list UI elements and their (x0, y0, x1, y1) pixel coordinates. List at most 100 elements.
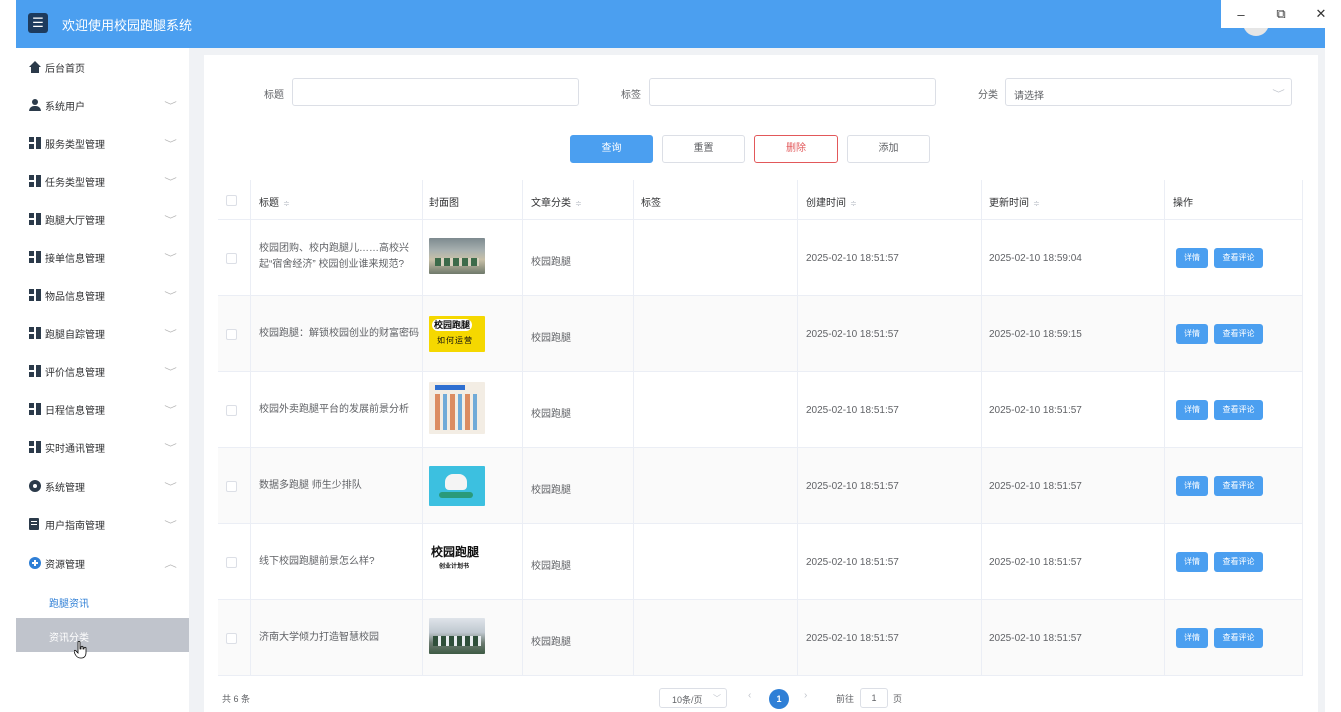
row-updated: 2025-02-10 18:59:15 (989, 329, 1082, 340)
sidebar-item-resources[interactable]: 资源管理 ︿ (16, 544, 189, 582)
tag-input[interactable] (649, 78, 936, 106)
restore-icon[interactable]: ⧉ (1266, 6, 1296, 22)
add-button[interactable]: 添加 (847, 135, 930, 163)
sidebar-item-task-type[interactable]: 任务类型管理 ﹀ (16, 162, 189, 200)
detail-button[interactable]: 详情 (1176, 248, 1208, 268)
column-header-tags: 标签 (641, 198, 661, 209)
column-header-title[interactable]: 标题 ≑ (259, 194, 290, 209)
window-controls: – ⧉ ✕ (1221, 0, 1341, 28)
row-category: 校园跑腿 (531, 333, 571, 344)
sidebar-item-review-info[interactable]: 评价信息管理 ﹀ (16, 352, 189, 390)
tag-label: 标签 (621, 90, 641, 101)
sidebar-item-label: 接单信息管理 (45, 253, 105, 265)
sort-icon[interactable]: ≑ (850, 199, 857, 208)
chevron-down-icon: ﹀ (164, 404, 177, 415)
sidebar-item-goods-info[interactable]: 物品信息管理 ﹀ (16, 276, 189, 314)
title-input[interactable] (292, 78, 579, 106)
row-checkbox[interactable] (226, 633, 237, 644)
sidebar-item-home[interactable]: 后台首页 (16, 48, 189, 86)
page-number-current[interactable]: 1 (769, 689, 789, 709)
sidebar-item-errand-hall[interactable]: 跑腿大厅管理 ﹀ (16, 200, 189, 238)
column-header-actions: 操作 (1173, 198, 1193, 209)
sort-icon[interactable]: ≑ (575, 199, 582, 208)
chevron-down-icon: ﹀ (164, 366, 177, 377)
chevron-down-icon: ﹀ (164, 328, 177, 339)
sidebar-item-order-info[interactable]: 接单信息管理 ﹀ (16, 238, 189, 276)
sidebar-item-errand-tracking[interactable]: 跑腿自踪管理 ﹀ (16, 314, 189, 352)
row-title: 数据多跑腿 师生少排队 (259, 480, 362, 491)
prev-page-button[interactable]: ‹ (748, 690, 751, 701)
page-size-select[interactable]: 10条/页 ﹀ (659, 688, 727, 708)
sidebar-item-system-admin[interactable]: 系统管理 ﹀ (16, 467, 189, 505)
row-checkbox[interactable] (226, 481, 237, 492)
cover-thumbnail (429, 466, 485, 506)
sidebar-item-label: 跑腿资讯 (49, 599, 89, 610)
title-label: 标题 (264, 90, 284, 101)
table-row: 线下校园跑腿前景怎么样? 校园跑腿 2025-02-10 18:51:57 20… (218, 524, 1303, 600)
query-button[interactable]: 查询 (570, 135, 653, 163)
row-category: 校园跑腿 (531, 257, 571, 268)
select-all-checkbox[interactable] (226, 195, 237, 206)
chevron-down-icon: ﹀ (164, 214, 177, 225)
column-header-label: 文章分类 (531, 198, 571, 209)
row-checkbox[interactable] (226, 557, 237, 568)
grid-icon (29, 175, 41, 187)
sidebar-subitem-news-category[interactable]: 资讯分类 (16, 618, 189, 652)
top-header: ☰ 欢迎使用校园跑腿系统 (16, 0, 1325, 48)
column-header-updated[interactable]: 更新时间 ≑ (989, 194, 1040, 209)
view-comments-button[interactable]: 查看评论 (1214, 400, 1263, 420)
sidebar-item-label: 服务类型管理 (45, 139, 105, 151)
row-created: 2025-02-10 18:51:57 (806, 253, 899, 264)
detail-button[interactable]: 详情 (1176, 628, 1208, 648)
sort-icon[interactable]: ≑ (283, 199, 290, 208)
sidebar-item-label: 评价信息管理 (45, 367, 105, 379)
row-updated: 2025-02-10 18:51:57 (989, 481, 1082, 492)
sidebar-item-service-type[interactable]: 服务类型管理 ﹀ (16, 124, 189, 162)
reset-button[interactable]: 重置 (662, 135, 745, 163)
sidebar-item-schedule-info[interactable]: 日程信息管理 ﹀ (16, 390, 189, 428)
next-page-button[interactable]: › (804, 690, 807, 701)
view-comments-button[interactable]: 查看评论 (1214, 324, 1263, 344)
chevron-down-icon: ﹀ (713, 694, 721, 703)
row-checkbox[interactable] (226, 405, 237, 416)
view-comments-button[interactable]: 查看评论 (1214, 552, 1263, 572)
sort-icon[interactable]: ≑ (1033, 199, 1040, 208)
column-header-category[interactable]: 文章分类 ≑ (531, 194, 582, 209)
row-checkbox[interactable] (226, 253, 237, 264)
chevron-up-icon: ︿ (164, 558, 177, 569)
row-updated: 2025-02-10 18:51:57 (989, 557, 1082, 568)
sidebar-item-label: 用户指南管理 (45, 520, 105, 532)
goto-page-input[interactable]: 1 (860, 688, 888, 708)
row-checkbox[interactable] (226, 329, 237, 340)
sidebar-item-user-guide[interactable]: 用户指南管理 ﹀ (16, 505, 189, 543)
close-icon[interactable]: ✕ (1306, 6, 1336, 22)
detail-button[interactable]: 详情 (1176, 476, 1208, 496)
view-comments-button[interactable]: 查看评论 (1214, 628, 1263, 648)
detail-button[interactable]: 详情 (1176, 324, 1208, 344)
table-row: 校园跑腿：解锁校园创业的财富密码 校园跑腿 2025-02-10 18:51:5… (218, 296, 1303, 372)
view-comments-button[interactable]: 查看评论 (1214, 476, 1263, 496)
minimize-icon[interactable]: – (1226, 7, 1256, 22)
sidebar-item-realtime-chat[interactable]: 实时通讯管理 ﹀ (16, 428, 189, 466)
row-category: 校园跑腿 (531, 637, 571, 648)
detail-button[interactable]: 详情 (1176, 400, 1208, 420)
view-comments-button[interactable]: 查看评论 (1214, 248, 1263, 268)
chevron-down-icon: ﹀ (164, 176, 177, 187)
column-divider (633, 180, 634, 676)
user-icon (29, 99, 41, 111)
detail-button[interactable]: 详情 (1176, 552, 1208, 572)
cover-thumbnail (429, 382, 485, 434)
delete-button[interactable]: 删除 (754, 135, 838, 163)
table-row: 数据多跑腿 师生少排队 校园跑腿 2025-02-10 18:51:57 202… (218, 448, 1303, 524)
sidebar-item-label: 跑腿大厅管理 (45, 215, 105, 227)
category-select[interactable]: 请选择 ﹀ (1005, 78, 1292, 106)
chevron-down-icon: ﹀ (1272, 89, 1285, 99)
menu-toggle-icon[interactable]: ☰ (28, 13, 48, 33)
sidebar-subitem-errand-news[interactable]: 跑腿资讯 (16, 584, 189, 618)
column-divider (250, 180, 251, 676)
sidebar-item-system-users[interactable]: 系统用户 ﹀ (16, 86, 189, 124)
column-divider (422, 180, 423, 676)
column-header-created[interactable]: 创建时间 ≑ (806, 194, 857, 209)
table-row: 校园外卖跑腿平台的发展前景分析 校园跑腿 2025-02-10 18:51:57… (218, 372, 1303, 448)
chevron-down-icon: ﹀ (164, 481, 177, 492)
